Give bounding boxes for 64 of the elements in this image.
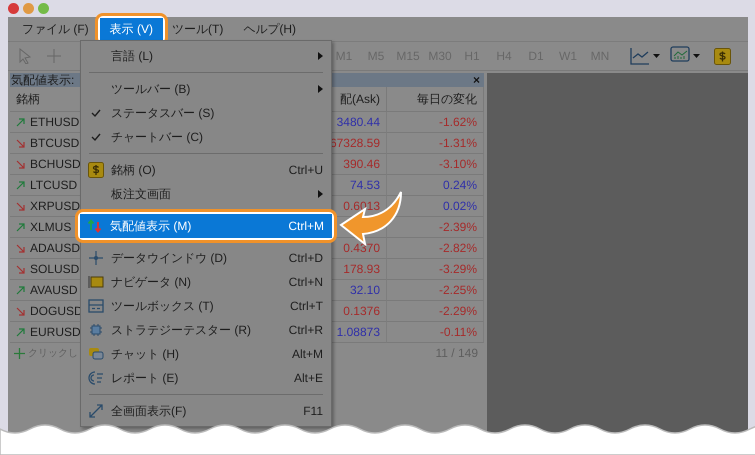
chat-icon xyxy=(88,346,104,362)
menu-item[interactable]: 気配値表示 (M) Ctrl+M xyxy=(80,214,332,238)
symbol-cell: SOLUSD xyxy=(30,262,80,276)
symbol-cell: ADAUSD xyxy=(30,241,80,255)
menu-title[interactable]: ツール(T) xyxy=(162,18,234,40)
symbol-cell: XLMUS xyxy=(30,220,72,234)
change-cell: -1.31% xyxy=(438,136,477,150)
dollar-icon[interactable] xyxy=(714,48,731,64)
change-cell: -2.39% xyxy=(438,220,477,234)
crosshair-icon xyxy=(88,250,104,266)
menu-item[interactable]: レポート (E) Alt+E xyxy=(81,366,331,390)
change-cell: -2.29% xyxy=(438,304,477,318)
price-cell: 0.1376 xyxy=(343,304,380,318)
price-cell: 1.08873 xyxy=(336,325,380,339)
symbol-cell: XRPUSD xyxy=(30,199,80,213)
change-cell: -1.62% xyxy=(438,115,477,129)
change-cell: 0.02% xyxy=(442,199,477,213)
change-cell: -3.10% xyxy=(438,157,477,171)
menu-item[interactable]: 板注文画面 xyxy=(81,182,331,206)
menu-item[interactable]: 言語 (L) xyxy=(81,44,331,68)
column-header[interactable]: 毎日の変化 xyxy=(387,87,484,112)
folder-icon xyxy=(88,274,104,290)
menu-item[interactable]: データウインドウ (D) Ctrl+D xyxy=(81,246,331,270)
menu-title[interactable]: 表示 (V) xyxy=(100,18,163,40)
symbol-cell: BTCUSD xyxy=(30,136,80,150)
price-cell: 3480.44 xyxy=(336,115,380,129)
price-cell: 0.6013 xyxy=(343,199,380,213)
change-cell: -2.82% xyxy=(438,241,477,255)
line-chart-icon[interactable] xyxy=(630,47,650,65)
change-cell: -3.29% xyxy=(438,262,477,276)
expand-icon xyxy=(88,403,104,419)
menu-item[interactable]: 全画面表示(F) F11 xyxy=(81,399,331,423)
toolbox-icon xyxy=(88,298,104,314)
minimize-window-icon[interactable] xyxy=(23,3,34,14)
price-cell: 32.10 xyxy=(350,283,380,297)
change-cell: 0.24% xyxy=(442,178,477,192)
change-cell: -0.11% xyxy=(440,325,477,339)
menu-item[interactable]: ツールボックス (T) Ctrl+T xyxy=(81,294,331,318)
report-icon xyxy=(88,370,104,386)
menu-item[interactable]: チャット (H) Alt+M xyxy=(81,342,331,366)
price-cell: 74.53 xyxy=(350,178,380,192)
symbol-cell: LTCUSD xyxy=(30,178,78,192)
menu-item[interactable]: 銘柄 (O) Ctrl+U xyxy=(81,158,331,182)
menu-item[interactable]: ナビゲータ (N) Ctrl+N xyxy=(81,270,331,294)
menu-item[interactable]: チャートバー (C) xyxy=(81,125,331,149)
caret-icon[interactable] xyxy=(653,54,660,58)
symbol-cell: EURUSD xyxy=(30,325,81,339)
symbol-cell: AVAUSD xyxy=(30,283,78,297)
menu-item[interactable]: ストラテジーテスター (R) Ctrl+R xyxy=(81,318,331,342)
symbol-cell: ETHUSD xyxy=(30,115,80,129)
symbol-cell: BCHUSD xyxy=(30,157,81,171)
panel-title: 気配値表示: xyxy=(11,72,74,88)
chip-icon xyxy=(88,322,104,338)
menu-title[interactable]: ファイル (F) xyxy=(12,18,99,40)
price-cell: 0.4370 xyxy=(343,241,380,255)
price-cell: 178.93 xyxy=(343,262,380,276)
menu-title[interactable]: ヘルプ(H) xyxy=(233,18,306,40)
close-button[interactable]: × xyxy=(472,73,480,87)
caret-icon[interactable] xyxy=(693,54,700,58)
price-cell: 390.46 xyxy=(343,157,380,171)
dollar-icon xyxy=(88,162,104,178)
change-cell: -2.25% xyxy=(438,283,477,297)
up-down-arrows-icon xyxy=(87,218,103,234)
close-window-icon[interactable] xyxy=(8,3,19,14)
